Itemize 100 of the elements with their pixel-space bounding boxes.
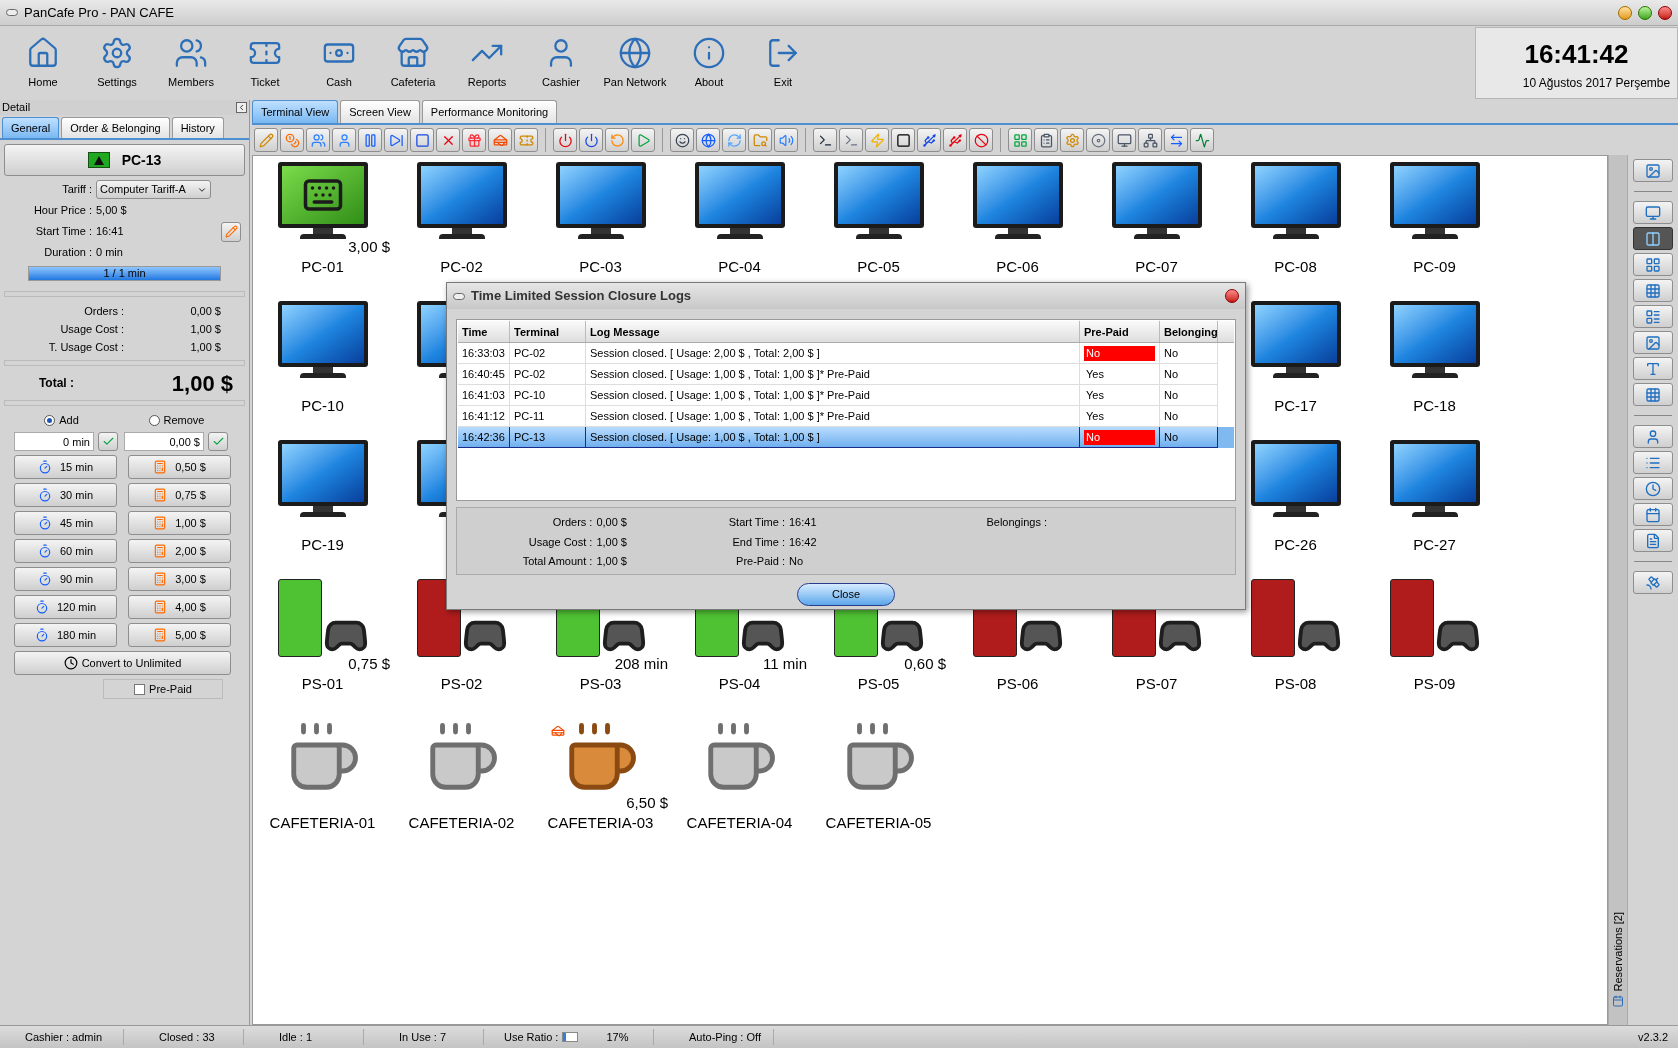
coins-button[interactable] — [280, 128, 304, 152]
toolbar-button[interactable]: Ticket — [228, 28, 302, 98]
amount-field[interactable]: 0,00 $ — [124, 432, 204, 451]
satellite-button[interactable] — [1633, 571, 1673, 594]
confirm-button[interactable] — [98, 432, 118, 451]
toolbar-button[interactable]: Pan Network — [598, 28, 672, 98]
terminal-label[interactable]: CAFETERIA-01 — [269, 814, 376, 832]
network-button[interactable] — [1138, 128, 1162, 152]
close-button[interactable] — [436, 128, 460, 152]
user-card-button[interactable] — [1633, 425, 1673, 448]
confirm-button[interactable] — [208, 432, 228, 451]
prepaid-checkbox[interactable]: Pre-Paid — [103, 679, 223, 699]
terminal-label[interactable]: CAFETERIA-04 — [686, 814, 793, 832]
two-panel-button[interactable] — [1633, 227, 1673, 250]
power-button[interactable] — [579, 128, 603, 152]
monitor-drawing[interactable] — [972, 162, 1063, 242]
terminal-label[interactable]: PS-03 — [579, 675, 622, 693]
tab[interactable]: Performance Monitoring — [421, 100, 558, 123]
toolbar-button[interactable]: Cafeteria — [376, 28, 450, 98]
people-button[interactable] — [306, 128, 330, 152]
monitor-drawing[interactable] — [1250, 440, 1341, 520]
add-time-button[interactable]: 45 min — [14, 511, 117, 535]
monitor-drawing[interactable] — [555, 162, 646, 242]
monitor-drawing[interactable] — [277, 301, 368, 381]
window-menu-icon[interactable] — [453, 292, 465, 300]
monitor-drawing[interactable] — [1250, 301, 1341, 381]
tariff-dropdown[interactable]: Computer Tariff-A — [96, 180, 211, 199]
calendar-button[interactable] — [1633, 503, 1673, 526]
windows-button[interactable] — [1008, 128, 1032, 152]
list-button[interactable] — [1633, 451, 1673, 474]
close-icon[interactable] — [1658, 5, 1672, 20]
face-button[interactable] — [670, 128, 694, 152]
console-drawing[interactable] — [1389, 579, 1434, 657]
radio-option[interactable]: Add — [44, 412, 79, 428]
add-time-button[interactable]: 60 min — [14, 539, 117, 563]
edit-button[interactable] — [221, 221, 241, 242]
close-button[interactable]: Close — [797, 583, 895, 606]
log-row[interactable]: 16:41:03 PC-10 Session closed. [ Usage: 1,00 $ , Total: 1,00 $ ]* Pre-Paid Yes No — [458, 385, 1234, 406]
four-panel-button[interactable] — [1633, 253, 1673, 276]
disc-button[interactable] — [1086, 128, 1110, 152]
toolbar-button[interactable]: Reports — [450, 28, 524, 98]
clock-button[interactable] — [1633, 477, 1673, 500]
close-icon[interactable] — [1225, 289, 1239, 303]
grid-button[interactable] — [1633, 279, 1673, 302]
add-time-button[interactable]: 90 min — [14, 567, 117, 591]
add-money-button[interactable]: 5,00 $ — [128, 623, 231, 647]
gear-button[interactable] — [1060, 128, 1084, 152]
add-time-button[interactable]: 30 min — [14, 483, 117, 507]
add-time-button[interactable]: 15 min — [14, 455, 117, 479]
radio-option[interactable]: Remove — [148, 412, 205, 428]
restart-button[interactable] — [605, 128, 629, 152]
usb-button[interactable] — [917, 128, 941, 152]
terminal-button[interactable] — [813, 128, 837, 152]
column-header[interactable]: Time — [458, 321, 510, 342]
add-money-button[interactable]: 4,00 $ — [128, 595, 231, 619]
add-money-button[interactable]: 2,00 $ — [128, 539, 231, 563]
monitor-button[interactable] — [1633, 201, 1673, 224]
transfer-button[interactable] — [1164, 128, 1188, 152]
column-header[interactable]: Belonging — [1160, 321, 1218, 342]
monitor-drawing[interactable] — [277, 440, 368, 520]
terminal-label[interactable]: PS-05 — [857, 675, 900, 693]
toolbar-button[interactable]: Home — [6, 28, 80, 98]
pulse-button[interactable] — [1190, 128, 1214, 152]
monitor-drawing[interactable] — [1389, 162, 1480, 242]
pencil-button[interactable] — [254, 128, 278, 152]
font-button[interactable] — [1633, 357, 1673, 380]
column-header[interactable]: Log Message — [586, 321, 1080, 342]
gift-button[interactable] — [462, 128, 486, 152]
terminal-label[interactable]: PC-27 — [1413, 536, 1456, 554]
terminal-label[interactable]: PC-18 — [1413, 397, 1456, 415]
monitor-drawing[interactable] — [277, 162, 368, 242]
console-drawing[interactable] — [1250, 579, 1295, 657]
globe-button[interactable] — [696, 128, 720, 152]
minutes-field[interactable]: 0 min — [14, 432, 94, 451]
terminal-label[interactable]: PS-02 — [440, 675, 483, 693]
add-money-button[interactable]: 0,75 $ — [128, 483, 231, 507]
terminal-label[interactable]: CAFETERIA-03 — [547, 814, 654, 832]
console-drawing[interactable] — [277, 579, 322, 657]
wallpaper-button[interactable] — [1633, 331, 1673, 354]
column-header[interactable]: Pre-Paid — [1080, 321, 1160, 342]
toolbar-button[interactable]: Members — [154, 28, 228, 98]
tab[interactable]: Screen View — [340, 100, 420, 123]
terminal-label[interactable]: PC-06 — [996, 258, 1039, 276]
terminal-label[interactable]: PS-01 — [301, 675, 344, 693]
add-time-button[interactable]: 120 min — [14, 595, 117, 619]
terminal-label[interactable]: PC-09 — [1413, 258, 1456, 276]
console-button[interactable] — [839, 128, 863, 152]
terminal-label[interactable]: PC-10 — [301, 397, 344, 415]
terminal-label[interactable]: CAFETERIA-02 — [408, 814, 515, 832]
usb-remove-button[interactable] — [943, 128, 967, 152]
terminal-label[interactable]: PC-02 — [440, 258, 483, 276]
terminal-label[interactable]: PC-01 — [301, 258, 344, 276]
terminal-label[interactable]: PC-19 — [301, 536, 344, 554]
monitor-drawing[interactable] — [694, 162, 785, 242]
refresh-button[interactable] — [722, 128, 746, 152]
ticket-button[interactable] — [514, 128, 538, 152]
add-money-button[interactable]: 3,00 $ — [128, 567, 231, 591]
monitor-drawing[interactable] — [1389, 440, 1480, 520]
terminal-button[interactable]: PC-13 — [4, 144, 245, 176]
terminal-label[interactable]: PC-04 — [718, 258, 761, 276]
